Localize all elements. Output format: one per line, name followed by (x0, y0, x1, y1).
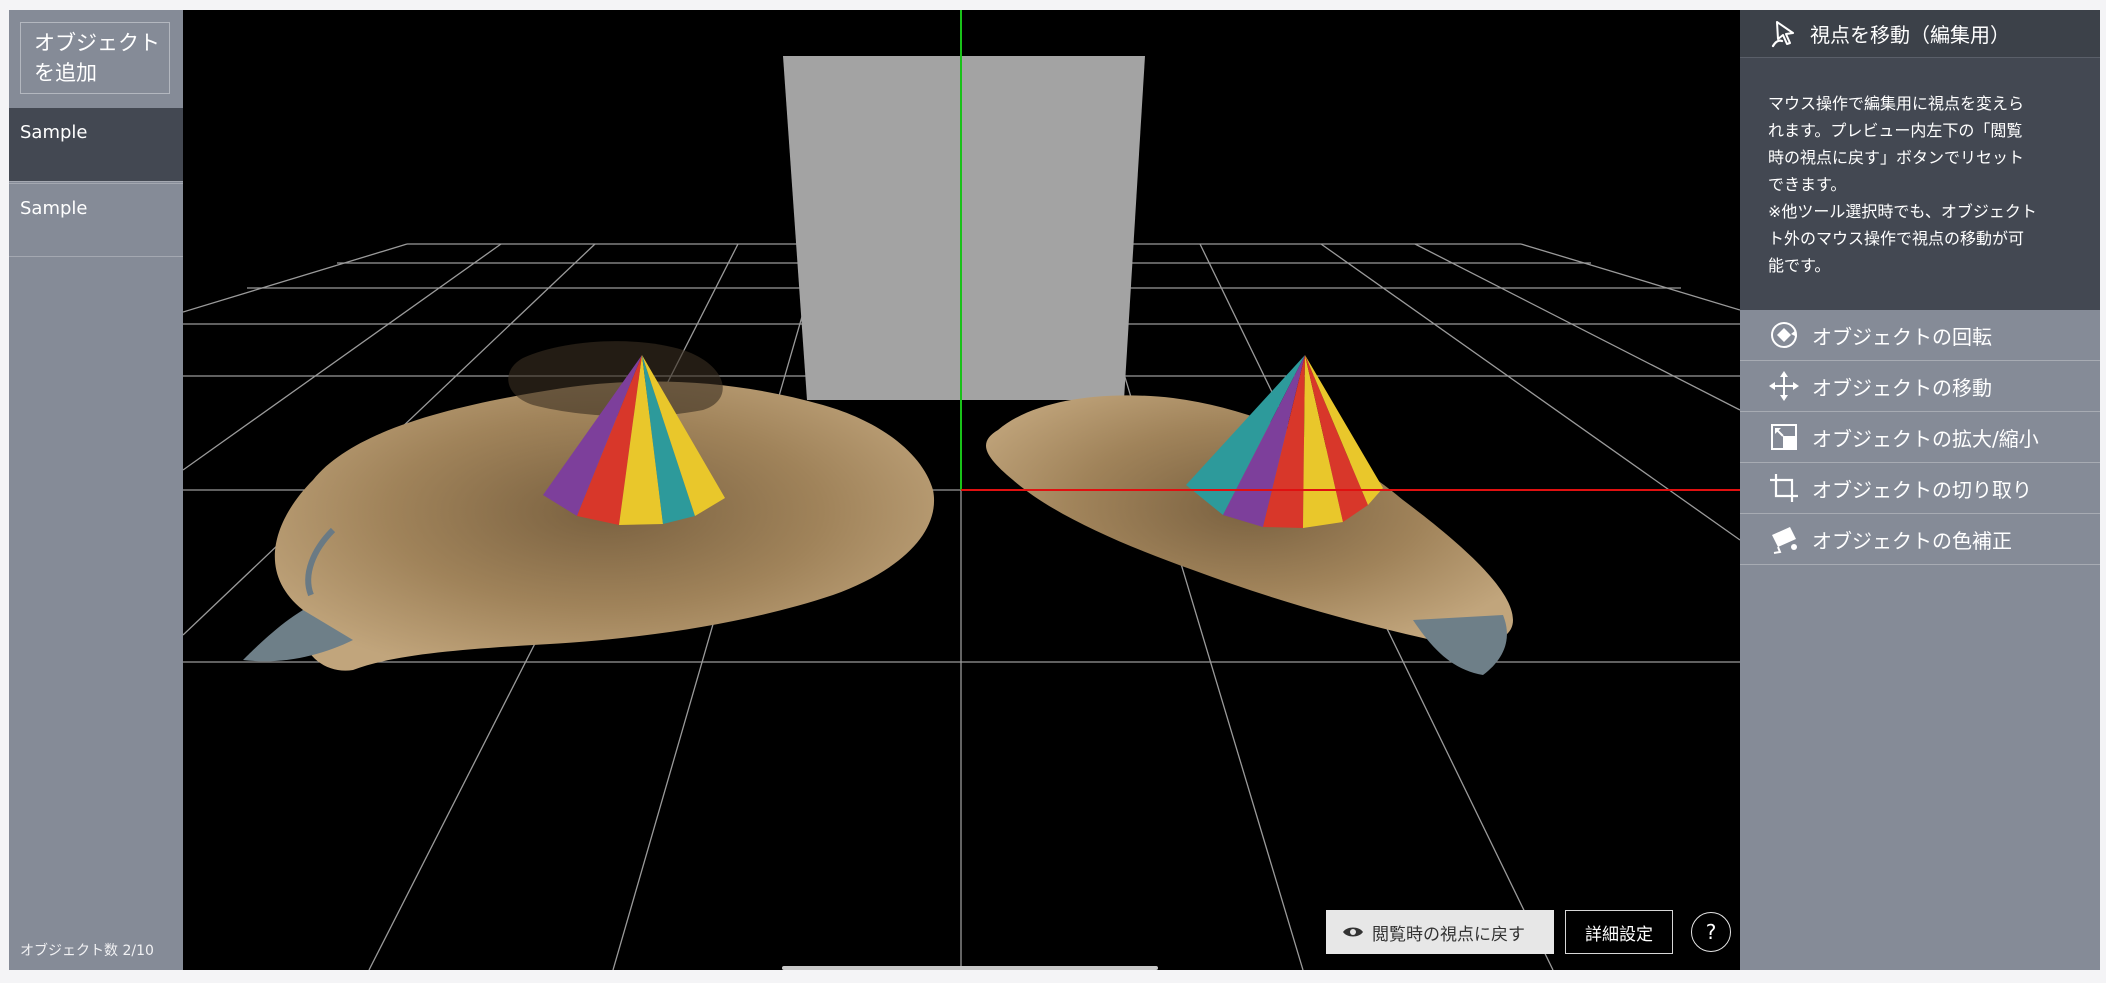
tool-move[interactable]: オブジェクトの移動 (1740, 361, 2100, 412)
paint-icon (1772, 527, 1797, 554)
reset-view-label: 閲覧時の視点に戻す (1372, 924, 1525, 945)
tool-panel: 視点を移動（編集用） マウス操作で編集用に視点を変えら れます。プレビュー内左下… (1740, 10, 2100, 970)
advanced-settings-label: 詳細設定 (1585, 924, 1653, 945)
add-object-button[interactable]: オブジェクト を追加 (20, 22, 170, 94)
object-count: オブジェクト数 2/10 (20, 943, 154, 959)
tool-color-correction[interactable]: オブジェクトの色補正 (1740, 514, 2100, 565)
object-list-panel: オブジェクト を追加 Sample Sample オブジェクト数 2/10 (9, 10, 183, 970)
help-icon: ? (1705, 920, 1717, 944)
scanned-object-right[interactable] (986, 355, 1513, 675)
eye-icon (1343, 927, 1363, 937)
advanced-settings-button[interactable]: 詳細設定 (1565, 910, 1673, 954)
tool-scale[interactable]: オブジェクトの拡大/縮小 (1740, 412, 2100, 463)
reset-view-button[interactable]: 閲覧時の視点に戻す (1326, 910, 1554, 954)
tool-scale-label: オブジェクトの拡大/縮小 (1812, 426, 2039, 451)
tool-rotate[interactable]: オブジェクトの回転 (1740, 310, 2100, 361)
tool-view-move[interactable]: 視点を移動（編集用） (1740, 10, 2100, 58)
object-label: Sample (20, 198, 88, 219)
scale-icon (1771, 424, 1797, 450)
tool-crop[interactable]: オブジェクトの切り取り (1740, 463, 2100, 514)
tool-description: マウス操作で編集用に視点を変えら れます。プレビュー内左下の「閲覧 時の視点に戻… (1768, 94, 2037, 275)
cursor-move-icon (1771, 20, 1794, 47)
viewport-scrollbar[interactable] (782, 966, 1158, 970)
tool-view-move-label: 視点を移動（編集用） (1810, 23, 2010, 47)
tool-crop-label: オブジェクトの切り取り (1812, 477, 2032, 502)
move-arrows-icon (1769, 371, 1799, 401)
tool-rotate-label: オブジェクトの回転 (1812, 324, 1992, 349)
gray-box-object[interactable] (783, 56, 1145, 400)
crop-icon (1770, 474, 1798, 502)
object-list-item[interactable]: Sample (9, 108, 183, 182)
object-list-item[interactable]: Sample (9, 183, 183, 257)
help-button[interactable]: ? (1691, 912, 1731, 952)
rotate-icon (1771, 322, 1797, 348)
3d-preview-viewport[interactable]: 閲覧時の視点に戻す 詳細設定 ? (183, 10, 1740, 970)
tool-view-move-section: 視点を移動（編集用） マウス操作で編集用に視点を変えら れます。プレビュー内左下… (1740, 10, 2100, 310)
tool-color-correction-label: オブジェクトの色補正 (1812, 528, 2012, 553)
app-window: オブジェクト を追加 Sample Sample オブジェクト数 2/10 閲覧… (9, 10, 2100, 970)
3d-scene[interactable] (183, 10, 1740, 970)
tool-move-label: オブジェクトの移動 (1812, 375, 1992, 400)
object-label: Sample (20, 122, 88, 143)
